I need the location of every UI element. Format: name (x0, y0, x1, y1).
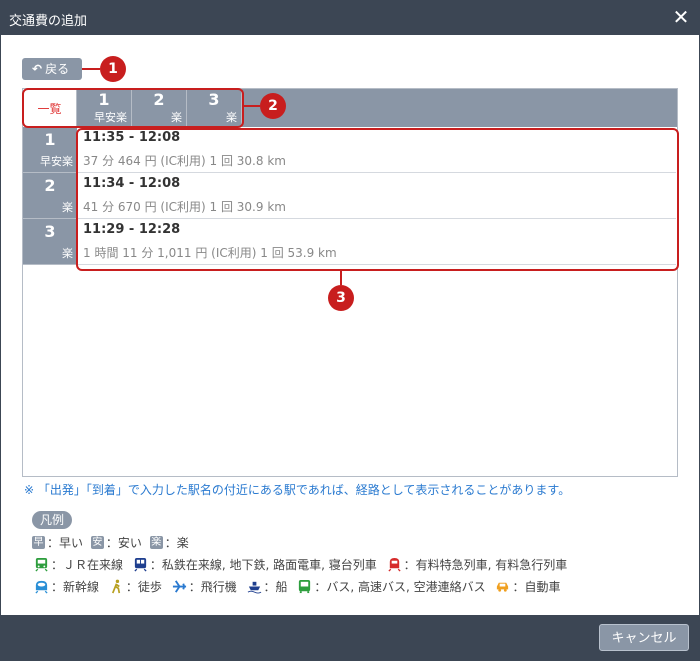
callout-connector-3 (340, 271, 342, 285)
train-icon (34, 557, 49, 572)
route-badges: 楽 (62, 201, 73, 214)
route-number: 3 (44, 222, 56, 241)
bus-icon (297, 579, 312, 594)
legend-text: ：自動車 (512, 580, 561, 594)
dialog-footer: キャンセル (1, 615, 699, 660)
legend-text: ：飛行機 (188, 580, 237, 594)
callout-connector-2 (244, 105, 260, 107)
express-train-icon (387, 557, 402, 572)
legend-text: ：私鉄在来線, 地下鉄, 路面電車, 寝台列車 (149, 558, 377, 572)
legend-text: ：船 (263, 580, 288, 594)
car-icon (495, 579, 510, 594)
callout-2: 2 (260, 93, 286, 119)
legend-title: 凡例 (32, 511, 72, 529)
legend-text: ：有料特急列車, 有料急行列車 (403, 558, 568, 572)
legend-text: ：バス, 高速バス, 空港連絡バス (314, 580, 486, 594)
route-badges: 早安楽 (40, 155, 73, 168)
route-side-1[interactable]: 1 早安楽 (23, 127, 77, 173)
badge-cheap: 安 (90, 536, 104, 549)
legend-text: ：ＪＲ在来線 (51, 558, 124, 572)
tabs-highlight (22, 88, 244, 128)
legend-text: ：安い (105, 536, 142, 550)
route-side-3[interactable]: 3 楽 (23, 219, 77, 265)
shinkansen-icon (34, 579, 49, 594)
back-button[interactable]: ↶ 戻る (22, 58, 82, 80)
callout-1: 1 (100, 56, 126, 82)
dialog-window: 交通費の追加 ✕ ↶ 戻る 1 一覧 1 早安楽 2 楽 3 楽 1 早安楽 2… (0, 0, 700, 661)
ship-icon (247, 579, 262, 594)
private-train-icon (133, 557, 148, 572)
callout-3: 3 (328, 285, 354, 311)
dialog-title: 交通費の追加 (9, 14, 88, 29)
legend-text: ：徒歩 (125, 580, 162, 594)
route-number: 2 (44, 176, 56, 195)
legend-text: ：早い (47, 536, 84, 550)
badge-fast: 早 (32, 536, 45, 549)
cancel-button[interactable]: キャンセル (599, 624, 689, 651)
back-button-label: 戻る (45, 62, 70, 76)
badge-easy: 楽 (149, 536, 163, 549)
legend-row-others: ：新幹線 ：徒歩 ：飛行機 ：船 ：バス, 高速バス, 空港連絡バス ：自動車 (32, 578, 564, 595)
title-bar: 交通費の追加 ✕ (1, 1, 699, 35)
route-number: 1 (44, 130, 56, 149)
legend-text: ：新幹線 (51, 580, 100, 594)
legend-row-badges: 早：早い 安：安い 楽：楽 (32, 534, 193, 551)
walk-icon (109, 579, 124, 594)
airplane-icon (172, 579, 187, 594)
callout-connector-1 (82, 68, 100, 70)
close-icon[interactable]: ✕ (671, 7, 691, 27)
legend-text: ：楽 (164, 536, 189, 550)
route-note: ※ 「出発」「到着」で入力した駅名の付近にある駅であれば、経路として表示されるこ… (24, 483, 571, 497)
route-side-2[interactable]: 2 楽 (23, 173, 77, 219)
route-badges: 楽 (62, 247, 73, 260)
routes-highlight (76, 128, 679, 271)
legend-row-trains: ：ＪＲ在来線 ：私鉄在来線, 地下鉄, 路面電車, 寝台列車 ：有料特急列車, … (32, 556, 571, 573)
back-arrow-icon: ↶ (32, 62, 43, 76)
